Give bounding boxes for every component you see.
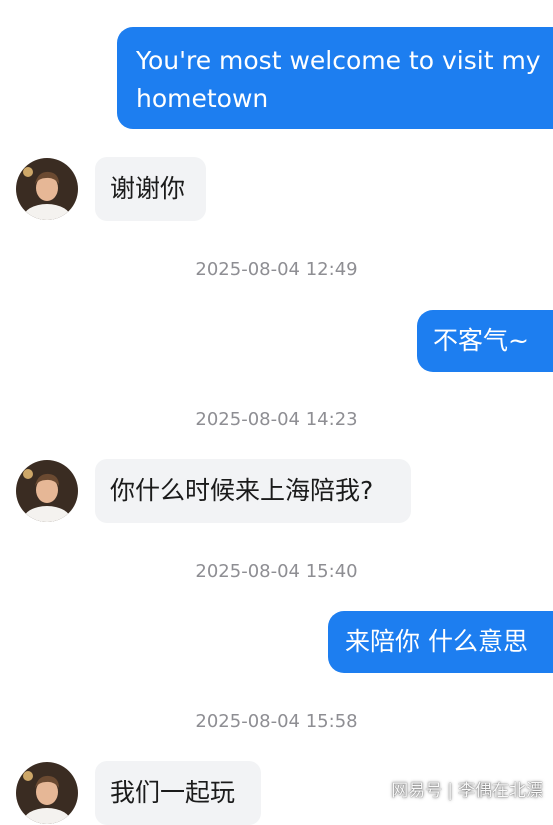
person-avatar-icon xyxy=(16,762,78,824)
message-text: 我们一起玩 xyxy=(110,778,236,807)
contact-avatar[interactable] xyxy=(16,460,78,522)
message-text-line: You're most welcome to visit my xyxy=(136,46,541,75)
person-avatar-icon xyxy=(16,158,78,220)
message-text-line: hometown xyxy=(136,84,269,113)
watermark-site: 网易号 xyxy=(391,781,443,801)
outgoing-message-bubble[interactable]: You're most welcome to visit my hometown xyxy=(117,27,553,129)
person-avatar-icon xyxy=(16,460,78,522)
message-text: 不客气~ xyxy=(433,326,529,355)
message-timestamp: 2025-08-04 15:58 xyxy=(195,711,358,732)
watermark-separator: | xyxy=(447,781,453,801)
outgoing-message-bubble[interactable]: 不客气~ xyxy=(417,310,553,372)
outgoing-message-bubble[interactable]: 来陪你 什么意思 xyxy=(328,611,553,673)
message-timestamp: 2025-08-04 14:23 xyxy=(195,409,358,430)
message-text: 谢谢你 xyxy=(110,174,186,203)
contact-avatar[interactable] xyxy=(16,762,78,824)
incoming-message-bubble[interactable]: 你什么时候来上海陪我? xyxy=(95,459,411,523)
incoming-message-bubble[interactable]: 谢谢你 xyxy=(95,157,206,221)
watermark-author: 李偶在北漂 xyxy=(458,781,543,801)
message-timestamp: 2025-08-04 12:49 xyxy=(195,259,358,280)
incoming-message-bubble[interactable]: 我们一起玩 xyxy=(95,761,261,825)
message-text: 来陪你 什么意思 xyxy=(345,627,528,656)
watermark: 网易号 | 李偶在北漂 xyxy=(391,780,543,802)
message-text: 你什么时候来上海陪我? xyxy=(110,476,374,505)
message-timestamp: 2025-08-04 15:40 xyxy=(195,561,358,582)
contact-avatar[interactable] xyxy=(16,158,78,220)
